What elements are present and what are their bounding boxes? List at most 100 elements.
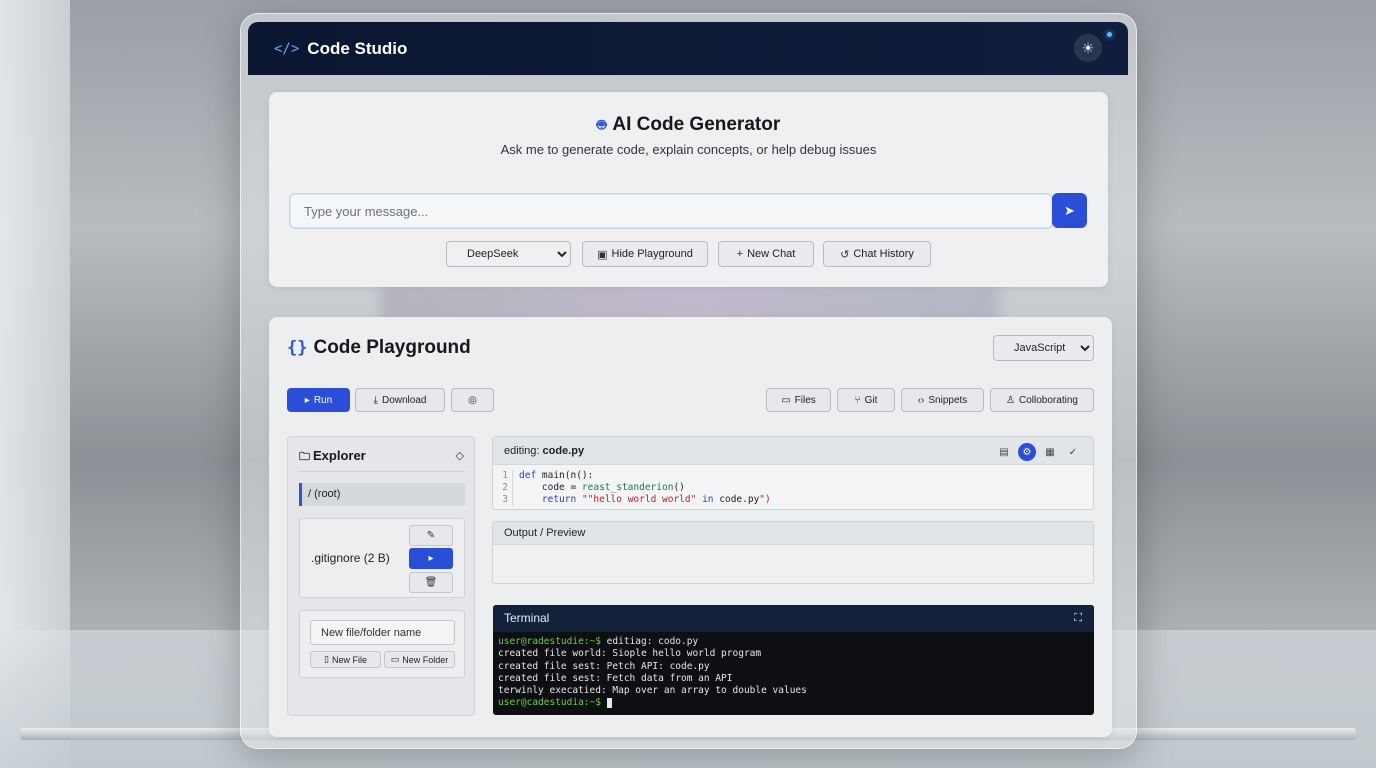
terminal-header: Terminal ⛶ bbox=[493, 605, 1094, 632]
new-item-panel: ▯ New File ▭ New Folder bbox=[299, 610, 465, 678]
play-icon: ▸ bbox=[428, 553, 434, 564]
new-file-label: New File bbox=[331, 654, 367, 665]
collaborating-label: Colloborating bbox=[1019, 394, 1078, 406]
message-input[interactable] bbox=[289, 193, 1053, 229]
terminal-prompt: user@cadestudia:~$ bbox=[498, 697, 601, 709]
chat-history-button[interactable]: ↺ Chat History bbox=[823, 241, 931, 267]
playground-title: {} Code Playground bbox=[287, 337, 471, 359]
terminal-line: created file world: Siople hello world p… bbox=[498, 648, 762, 660]
generator-controls: DeepSeek ▣ Hide Playground + New Chat ↺ … bbox=[269, 241, 1108, 267]
code-icon: </> bbox=[274, 40, 300, 57]
edit-file-button[interactable]: ✎ bbox=[409, 525, 453, 546]
explorer-header: 🗀 Explorer ◇ bbox=[299, 448, 464, 467]
terminal-command: editiag: codo.py bbox=[600, 636, 699, 647]
code-line: 3 return ""hello world world" in code.py… bbox=[493, 494, 1093, 506]
explorer-root-item[interactable]: / (root) bbox=[299, 483, 465, 506]
output-preview-panel: Output / Preview bbox=[492, 521, 1094, 584]
braces-icon: {} bbox=[287, 338, 308, 358]
git-button[interactable]: ⑂ Git bbox=[837, 388, 895, 412]
new-file-button[interactable]: ▯ New File bbox=[310, 651, 381, 668]
editor-toolbar: editing: code.py ▤ ⚙ ▦ ✓ bbox=[493, 437, 1093, 465]
collapse-icon[interactable]: ◇ bbox=[456, 449, 464, 462]
preview-toggle-button[interactable]: ◎ bbox=[451, 388, 494, 412]
play-icon: ▸ bbox=[304, 394, 310, 406]
terminal-cursor bbox=[606, 697, 612, 708]
terminal-line: created file sest: Fetch data from an AP… bbox=[498, 672, 733, 684]
run-file-button[interactable]: ▸ bbox=[409, 548, 453, 569]
code-icon: ‹› bbox=[917, 394, 925, 406]
trash-icon: 🗑︎ bbox=[424, 577, 438, 588]
file-item[interactable]: .gitignore (2 B) ✎ ▸ 🗑︎ bbox=[299, 518, 465, 598]
send-icon: ➤ bbox=[1064, 202, 1075, 218]
editing-indicator: editing: code.py bbox=[504, 445, 584, 457]
terminal-panel[interactable]: Terminal ⛶ user@radestudie:~$ editiag: c… bbox=[493, 605, 1094, 715]
code-editor[interactable]: editing: code.py ▤ ⚙ ▦ ✓ 1 def main(n():… bbox=[492, 436, 1094, 510]
divider bbox=[298, 471, 465, 472]
theme-toggle-button[interactable]: ☀ bbox=[1074, 34, 1102, 62]
code-line: 1 def main(n(): bbox=[493, 470, 1093, 482]
folder-icon: ▭ bbox=[390, 654, 400, 664]
generator-title: 🤖︎ AI Code Generator bbox=[269, 114, 1108, 137]
new-item-name-input[interactable] bbox=[310, 620, 455, 645]
code-text: code = reast_standerion() bbox=[519, 482, 685, 493]
editing-filename: code.py bbox=[542, 445, 585, 457]
history-icon: ↺ bbox=[840, 248, 850, 261]
file-name[interactable]: .gitignore (2 B) bbox=[311, 551, 390, 565]
user-icon: ♙ bbox=[1006, 394, 1016, 406]
language-select[interactable]: JavaScript bbox=[993, 335, 1094, 361]
download-label: Download bbox=[381, 394, 427, 406]
generator-title-text: AI Code Generator bbox=[612, 114, 781, 135]
folder-icon: ▭ bbox=[781, 394, 791, 406]
new-folder-button[interactable]: ▭ New Folder bbox=[384, 651, 455, 668]
output-title: Output / Preview bbox=[493, 522, 1093, 545]
hide-playground-button[interactable]: ▣ Hide Playground bbox=[582, 241, 708, 267]
new-chat-button[interactable]: + New Chat bbox=[718, 241, 814, 267]
files-button[interactable]: ▭ Files bbox=[766, 388, 831, 412]
collaborating-button[interactable]: ♙ Colloborating bbox=[990, 388, 1094, 412]
status-indicator bbox=[1107, 32, 1112, 37]
send-button[interactable]: ➤ bbox=[1052, 193, 1087, 228]
new-chat-label: New Chat bbox=[747, 248, 796, 260]
terminal-line: terwinly execatied: Map over an array to… bbox=[498, 685, 807, 697]
image-icon: ▣ bbox=[597, 248, 608, 261]
chat-history-label: Chat History bbox=[853, 248, 914, 260]
folder-icon: 🗀 bbox=[299, 451, 310, 463]
expand-icon[interactable]: ⛶ bbox=[1074, 605, 1082, 632]
new-folder-label: New Folder bbox=[402, 654, 449, 665]
download-button[interactable]: ⤓ Download bbox=[355, 388, 445, 412]
hide-playground-label: Hide Playground bbox=[611, 248, 693, 260]
git-label: Git bbox=[864, 394, 878, 406]
files-label: Files bbox=[794, 394, 816, 406]
run-button[interactable]: ▸ Run bbox=[287, 388, 350, 412]
terminal-title: Terminal bbox=[504, 611, 550, 625]
line-number: 3 bbox=[493, 494, 513, 506]
line-number: 1 bbox=[493, 470, 513, 482]
run-label: Run bbox=[313, 394, 333, 406]
generator-subtitle: Ask me to generate code, explain concept… bbox=[500, 142, 877, 157]
edit-icon: ✎ bbox=[426, 530, 436, 541]
terminal-output[interactable]: user@radestudie:~$ editiag: codo.py crea… bbox=[493, 632, 1094, 714]
file-icon: ▯ bbox=[324, 654, 329, 664]
file-explorer: 🗀 Explorer ◇ / (root) .gitignore (2 B) ✎ … bbox=[287, 436, 475, 716]
snippets-label: Snippets bbox=[928, 394, 968, 406]
code-content[interactable]: 1 def main(n(): 2 code = reast_standerio… bbox=[493, 470, 1093, 506]
layout-icon[interactable]: ▦ bbox=[1041, 443, 1059, 461]
robot-icon: 🤖︎ bbox=[596, 117, 607, 134]
delete-file-button[interactable]: 🗑︎ bbox=[409, 572, 453, 593]
download-icon: ⤓ bbox=[373, 394, 378, 406]
target-icon: ◎ bbox=[468, 394, 477, 406]
model-select[interactable]: DeepSeek bbox=[446, 241, 571, 267]
code-text: return ""hello world world" in code.py") bbox=[541, 494, 771, 505]
git-branch-icon: ⑂ bbox=[854, 394, 861, 406]
terminal-line: created file sest: Petch API: code.py bbox=[498, 660, 710, 672]
terminal-prompt: user@radestudie:~$ bbox=[498, 636, 601, 647]
check-icon[interactable]: ✓ bbox=[1064, 443, 1082, 461]
app-header: </> Code Studio ☀ bbox=[248, 22, 1128, 75]
code-playground-card: {} Code Playground JavaScript ▸ Run ⤓ Dow… bbox=[269, 317, 1112, 737]
settings-icon[interactable]: ⚙ bbox=[1018, 443, 1036, 461]
document-icon[interactable]: ▤ bbox=[995, 443, 1013, 461]
snippets-button[interactable]: ‹› Snippets bbox=[901, 388, 984, 412]
app-title: Code Studio bbox=[307, 38, 408, 58]
playground-title-text: Code Playground bbox=[313, 337, 471, 358]
plus-icon: + bbox=[736, 248, 744, 260]
